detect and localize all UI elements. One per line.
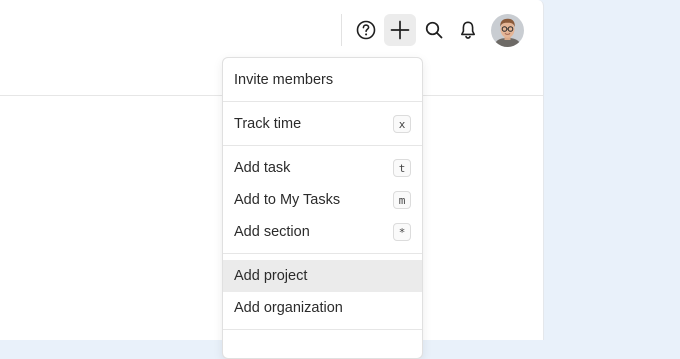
search-icon xyxy=(425,21,443,39)
menu-item-add-project[interactable]: Add project xyxy=(223,260,422,292)
menu-item-add-task[interactable]: Add task t xyxy=(223,152,422,184)
toolbar-divider xyxy=(341,14,342,46)
plus-icon xyxy=(390,20,410,40)
shortcut-key: * xyxy=(393,223,411,241)
menu-item-label: Track time xyxy=(234,116,302,132)
menu-divider xyxy=(223,329,422,330)
add-button[interactable] xyxy=(384,14,416,46)
shortcut-key: m xyxy=(393,191,411,209)
menu-item-label: Add section xyxy=(234,224,310,240)
help-circle-icon xyxy=(356,20,376,40)
search-button[interactable] xyxy=(418,14,450,46)
menu-divider xyxy=(223,101,422,102)
help-button[interactable] xyxy=(350,14,382,46)
menu-item-label: Add project xyxy=(234,268,308,284)
menu-item-add-section[interactable]: Add section * xyxy=(223,216,422,248)
bell-icon xyxy=(461,21,475,39)
menu-item-invite-members[interactable]: Invite members xyxy=(223,64,422,96)
menu-item-add-to-my-tasks[interactable]: Add to My Tasks m xyxy=(223,184,422,216)
menu-item-label: Add task xyxy=(234,160,291,176)
shortcut-key: x xyxy=(393,115,411,133)
menu-item-label: Add organization xyxy=(234,300,343,316)
menu-item-add-organization[interactable]: Add organization xyxy=(223,292,422,324)
menu-divider xyxy=(223,145,422,146)
user-avatar[interactable] xyxy=(491,14,524,47)
menu-divider xyxy=(223,253,422,254)
menu-item-track-time[interactable]: Track time x xyxy=(223,108,422,140)
menu-item-label: Invite members xyxy=(234,72,334,88)
add-menu: Invite members Track time x Add task t A… xyxy=(222,57,423,359)
notifications-button[interactable] xyxy=(452,14,484,46)
menu-item-label: Add to My Tasks xyxy=(234,192,341,208)
shortcut-key: t xyxy=(393,159,411,177)
avatar-image xyxy=(491,14,524,47)
